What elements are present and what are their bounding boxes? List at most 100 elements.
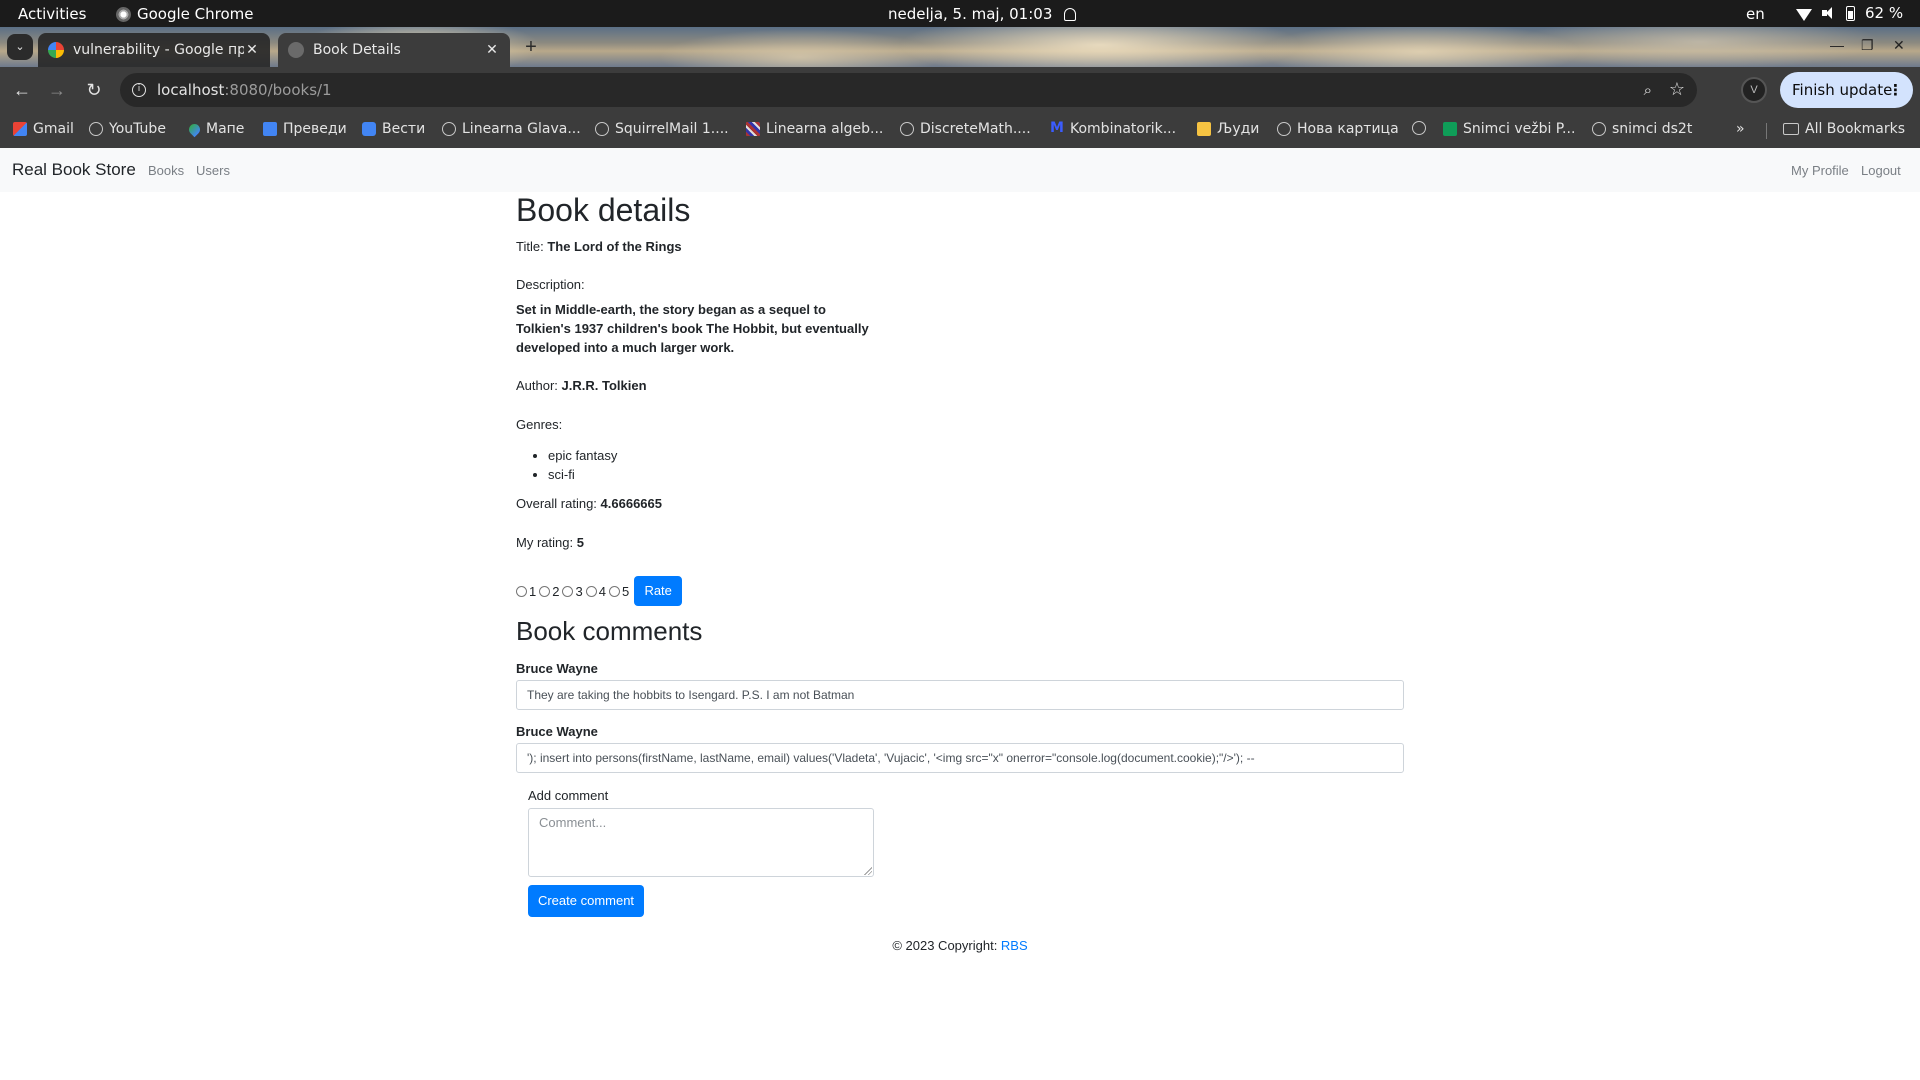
rating-radio-1[interactable] [516, 585, 527, 597]
bookmark-discretemath[interactable]: DiscreteMath.... [900, 121, 1031, 137]
genres-list: epic fantasy sci-fi [548, 446, 617, 484]
profile-avatar[interactable]: V [1741, 77, 1767, 103]
tab-title: Book Details [313, 42, 401, 58]
genres-label: Genres: [516, 417, 563, 432]
maximize-icon[interactable]: ❐ [1861, 37, 1874, 54]
more-menu-icon[interactable]: ⋮ [1888, 72, 1903, 108]
rating-radio-2[interactable] [539, 585, 551, 597]
rating-radio-3[interactable] [562, 585, 574, 597]
description-value: Set in Middle-earth, the story began as … [516, 302, 869, 355]
comment-textarea[interactable]: Comment... [528, 808, 874, 877]
bookmark-gmail[interactable]: Gmail [13, 121, 74, 137]
nav-link-logout[interactable]: Logout [1861, 163, 1901, 178]
rating-radio-4[interactable] [585, 585, 597, 597]
comment-text: '); insert into persons(firstName, lastN… [516, 743, 1404, 773]
volume-icon [1822, 6, 1836, 20]
comment-author: Bruce Wayne [516, 724, 598, 739]
update-label: Finish update [1792, 81, 1893, 99]
site-brand[interactable]: Real Book Store [12, 160, 136, 180]
copyright-text: © 2023 Copyright: [892, 938, 1001, 953]
activities-button[interactable]: Activities [18, 5, 86, 23]
author-value: J.R.R. Tolkien [561, 378, 647, 393]
clock[interactable]: nedelja, 5. maj, 01:03 [888, 5, 1077, 23]
bookmark-kombinatorik[interactable]: M Kombinatorik... [1050, 121, 1176, 137]
window-close-icon[interactable]: ✕ [1893, 37, 1905, 54]
all-bookmarks[interactable]: All Bookmarks [1783, 121, 1905, 137]
nav-link-users[interactable]: Users [196, 163, 230, 178]
bookmark-youtube[interactable]: YouTube [89, 121, 166, 137]
globe-icon [288, 42, 304, 58]
app-name: Google Chrome [137, 5, 254, 23]
nav-link-books[interactable]: Books [148, 163, 184, 178]
my-rating-value: 5 [576, 535, 584, 550]
globe-icon [1277, 122, 1291, 136]
google-icon [48, 42, 64, 58]
alarm-icon [1064, 7, 1077, 21]
footer-link-rbs[interactable]: RBS [1001, 938, 1028, 953]
tab-vulnerability[interactable]: vulnerability - Google пр ✕ [38, 33, 270, 67]
site-info-icon[interactable]: i [132, 83, 146, 97]
globe-icon [89, 122, 103, 136]
description-label: Description: [516, 277, 585, 292]
app-menu[interactable]: Google Chrome [116, 5, 254, 23]
wifi-icon [1796, 8, 1812, 21]
battery-icon [1846, 5, 1855, 21]
close-icon[interactable]: ✕ [244, 42, 260, 58]
maps-icon [186, 121, 203, 137]
bookmarks-divider [1766, 123, 1767, 139]
sheets-icon [1443, 122, 1457, 136]
gmail-icon [13, 122, 27, 136]
nav-link-my-profile[interactable]: My Profile [1791, 163, 1849, 178]
bookmarks-overflow-icon[interactable]: » [1736, 121, 1745, 137]
create-comment-button[interactable]: Create comment [528, 885, 644, 917]
globe-icon [442, 122, 456, 136]
minimize-icon[interactable]: — [1830, 37, 1844, 53]
rating-form: 1 2 3 4 5 Rate [516, 576, 683, 606]
people-icon [1197, 122, 1211, 136]
url-text: localhost:8080/books/1 [157, 81, 332, 99]
bookmark-nova-kartica[interactable]: Нова картица [1277, 121, 1399, 137]
back-icon[interactable]: ← [10, 78, 34, 102]
comment-placeholder: Comment... [539, 815, 607, 830]
forward-icon[interactable]: → [45, 78, 69, 102]
author-row: Author: J.R.R. Tolkien [516, 378, 647, 393]
browser-toolbar: ← → ↻ i localhost:8080/books/1 ⌕ ☆ V Fin… [0, 67, 1920, 113]
finish-update-button[interactable]: Finish update ⋮ [1780, 72, 1913, 108]
globe-icon [595, 122, 609, 136]
bookmark-linearna-algeb[interactable]: Linearna algeb... [746, 121, 883, 137]
close-icon[interactable]: ✕ [484, 42, 500, 58]
clock-text: nedelja, 5. maj, 01:03 [888, 5, 1053, 23]
zoom-icon[interactable]: ⌕ [1644, 81, 1652, 99]
bookmark-news[interactable]: Вести [362, 121, 425, 137]
tab-strip: ⌄ vulnerability - Google пр ✕ Book Detai… [0, 27, 1920, 67]
address-bar[interactable]: i localhost:8080/books/1 ⌕ ☆ [120, 73, 1697, 107]
reload-icon[interactable]: ↻ [82, 78, 106, 102]
bookmark-squirrelmail[interactable]: SquirrelMail 1.... [595, 121, 729, 137]
bookmark-translate[interactable]: Преведи [263, 121, 347, 137]
globe-icon [1592, 122, 1606, 136]
genre-item: epic fantasy [548, 446, 617, 465]
rate-button[interactable]: Rate [634, 576, 683, 606]
tab-search-button[interactable]: ⌄ [7, 34, 33, 60]
add-comment-label: Add comment [528, 788, 609, 803]
battery-percent: 62 % [1865, 4, 1904, 22]
bookmark-linearna-glava[interactable]: Linearna Glava... [442, 121, 581, 137]
resize-handle-icon[interactable] [864, 867, 872, 875]
bookmark-untitled[interactable] [1412, 121, 1432, 135]
globe-icon [900, 122, 914, 136]
bookmark-star-icon[interactable]: ☆ [1669, 79, 1685, 100]
bookmark-snimci-ds2t[interactable]: snimci ds2t [1592, 121, 1692, 137]
web-page: Real Book Store Books Users My Profile L… [0, 148, 1920, 1080]
system-tray[interactable]: 62 % [1796, 4, 1903, 22]
rating-radio-5[interactable] [608, 585, 620, 597]
input-language[interactable]: en [1746, 5, 1765, 23]
tab-book-details[interactable]: Book Details ✕ [278, 33, 510, 67]
bookmark-ljudi[interactable]: Људи [1197, 121, 1259, 137]
m-icon: M [1050, 120, 1064, 136]
comments-heading: Book comments [516, 616, 703, 646]
new-tab-button[interactable]: + [521, 37, 541, 57]
overall-rating-value: 4.6666665 [600, 496, 662, 511]
bookmark-snimci-vezbi[interactable]: Snimci vežbi P... [1443, 121, 1575, 137]
folder-icon [1783, 123, 1799, 135]
bookmark-maps[interactable]: Мапе [186, 121, 244, 137]
